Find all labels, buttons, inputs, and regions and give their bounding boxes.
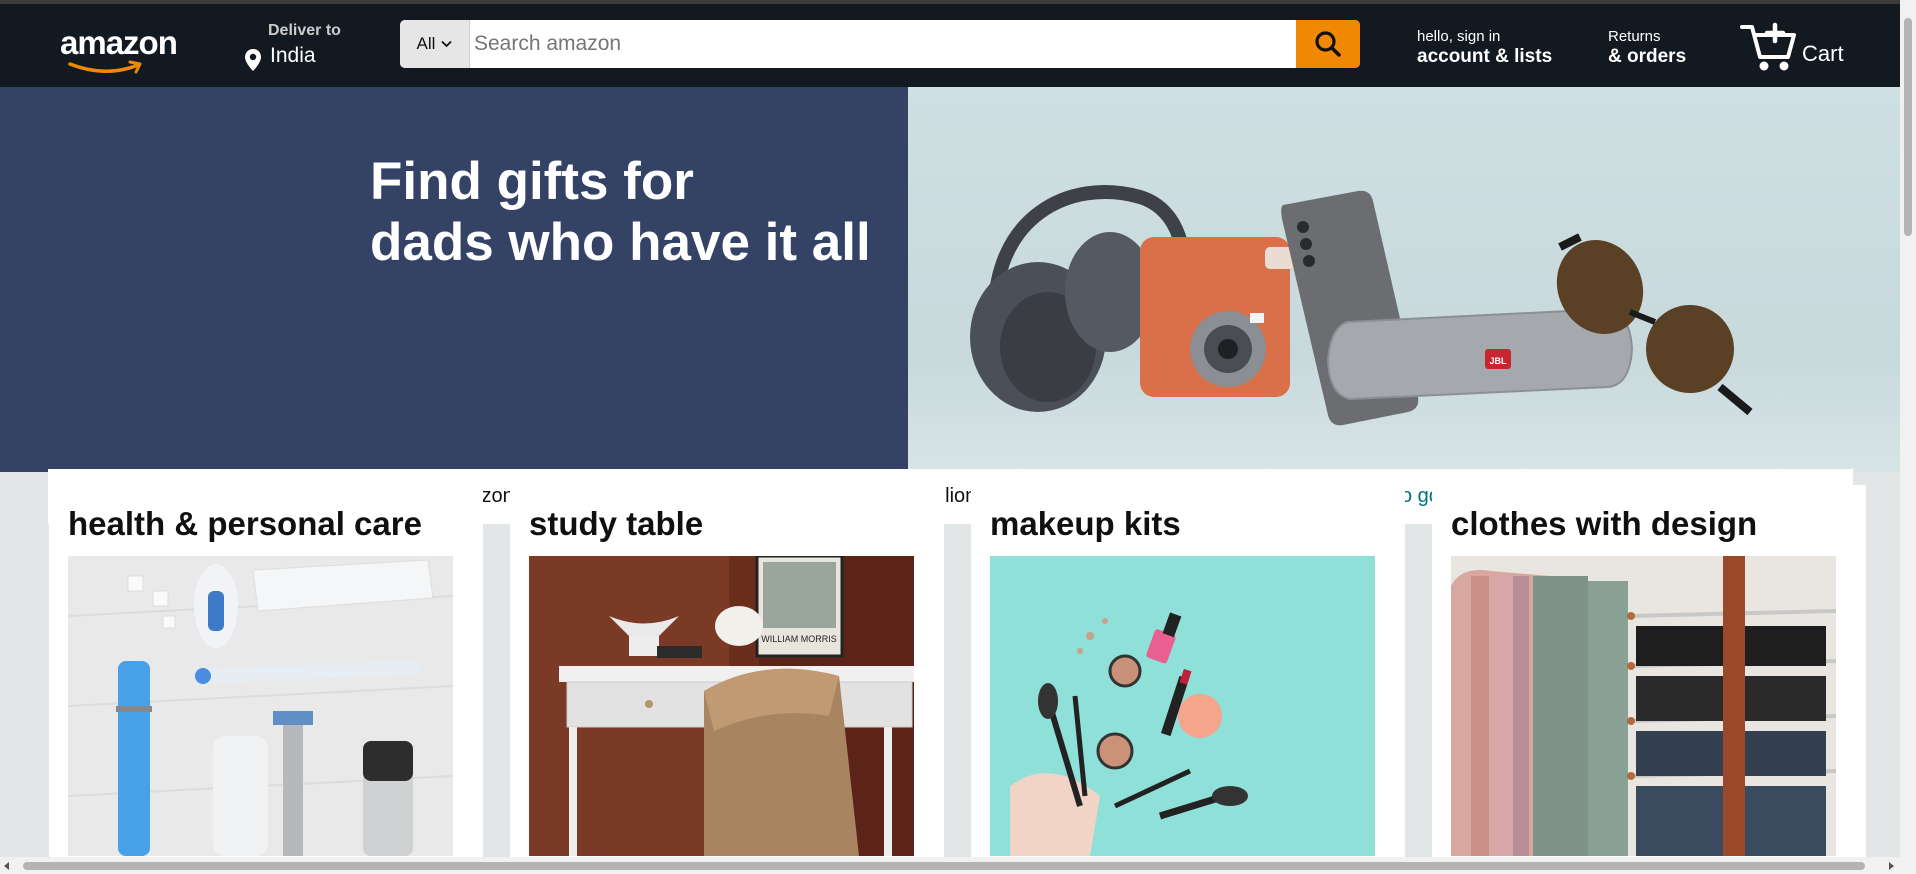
returns-label: Returns	[1608, 28, 1661, 45]
scroll-right-arrow-icon[interactable]	[1886, 861, 1896, 871]
speaker-brand-label: JBL	[1489, 356, 1507, 366]
cart-icon	[1740, 22, 1796, 71]
study-table-image: WILLIAM MORRIS	[529, 556, 914, 856]
makeup-kit-image	[990, 556, 1375, 856]
location-pin-icon	[245, 49, 261, 71]
card-title: clothes with design	[1451, 505, 1758, 542]
account-and-lists[interactable]: hello, sign in account & lists	[1417, 28, 1552, 68]
cart-button[interactable]: Cart	[1740, 19, 1870, 74]
cart-label: Cart	[1802, 41, 1844, 66]
category-cards-row: health & personal care study table WILLI…	[0, 485, 1900, 857]
vertical-scroll-thumb[interactable]	[1904, 18, 1912, 236]
card-image[interactable]	[990, 556, 1375, 856]
category-card[interactable]: study table WILLIAM MORRIS	[510, 485, 944, 857]
card-title: study table	[529, 505, 704, 542]
deliver-to-selector[interactable]: Deliver to India	[244, 22, 364, 72]
vertical-scrollbar[interactable]	[1900, 0, 1916, 857]
horizontal-scrollbar[interactable]	[0, 857, 1916, 874]
search-category-dropdown[interactable]: All	[400, 20, 470, 68]
clothes-hanger-image	[1451, 556, 1836, 856]
camera-image	[1140, 237, 1295, 397]
deliver-to-label: Deliver to	[268, 22, 341, 39]
hero-products-image: JBL	[970, 185, 1753, 426]
category-card[interactable]: makeup kits	[971, 485, 1405, 857]
deliver-location: India	[270, 44, 316, 67]
health-products-image	[68, 556, 453, 856]
card-title: health & personal care	[68, 505, 422, 542]
account-greeting: hello, sign in	[1417, 28, 1501, 45]
scroll-left-arrow-icon[interactable]	[2, 861, 12, 871]
amazon-logo[interactable]: amazon	[60, 24, 190, 74]
search-bar: All	[400, 20, 1360, 68]
horizontal-scroll-thumb[interactable]	[23, 862, 1865, 870]
poster-text: WILLIAM MORRIS	[761, 634, 837, 644]
search-input[interactable]	[470, 20, 1296, 68]
search-category-label: All	[416, 34, 436, 53]
orders-label: & orders	[1608, 46, 1687, 67]
account-lists-label: account & lists	[1417, 46, 1553, 67]
page-viewport: amazon Deliver to India All Search amazo…	[0, 0, 1900, 857]
card-image[interactable]: WILLIAM MORRIS	[529, 556, 914, 856]
logo-text: amazon	[60, 24, 178, 61]
search-icon	[1315, 31, 1341, 57]
category-card[interactable]: clothes with design	[1432, 485, 1866, 857]
logo-smile-icon	[68, 60, 142, 74]
category-card[interactable]: health & personal care	[49, 485, 483, 857]
card-title: makeup kits	[990, 505, 1181, 542]
hero-banner[interactable]: Find gifts for dads who have it all JBL …	[0, 87, 1900, 524]
returns-and-orders[interactable]: Returns & orders	[1608, 28, 1686, 68]
chevron-down-icon	[441, 40, 453, 48]
card-image[interactable]	[1451, 556, 1836, 856]
top-navbar: amazon Deliver to India All Search amazo…	[0, 4, 1900, 87]
search-button[interactable]	[1296, 20, 1360, 68]
card-image[interactable]	[68, 556, 453, 856]
